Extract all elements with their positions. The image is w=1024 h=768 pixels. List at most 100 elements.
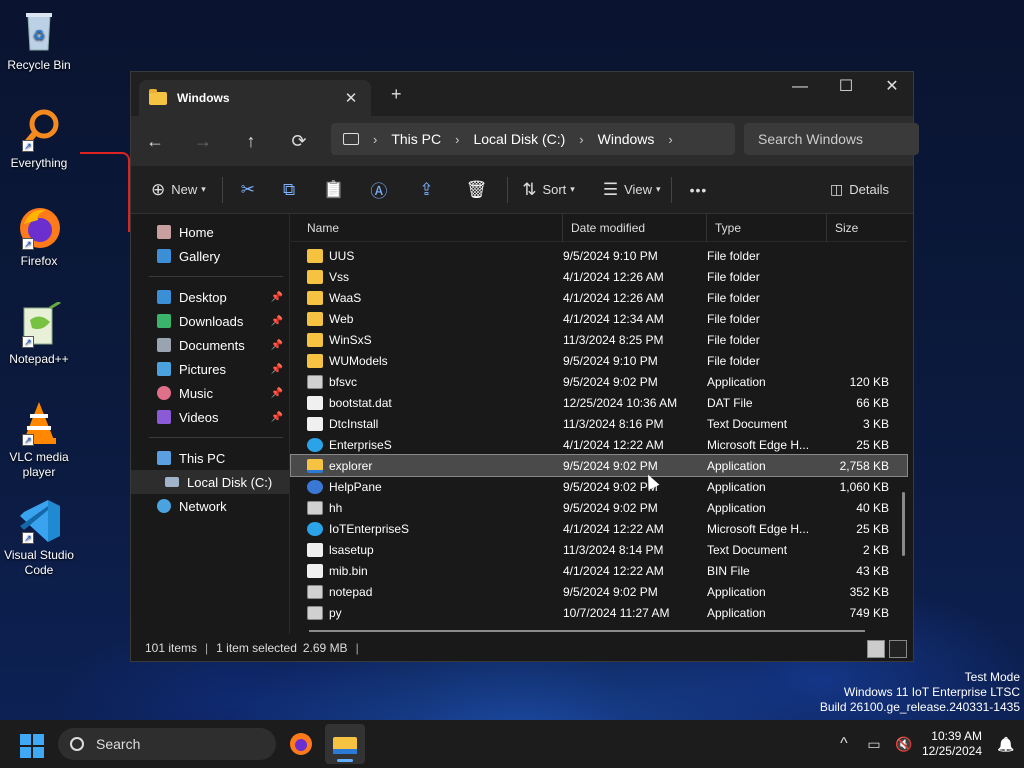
edge-file-icon bbox=[307, 437, 323, 452]
file-row[interactable]: bootstat.dat 12/25/2024 10:36 AM DAT File 6… bbox=[291, 392, 907, 413]
breadcrumb-local-disk[interactable]: Local Disk (C:) bbox=[473, 131, 565, 147]
file-row[interactable]: IoTEnterpriseS 4/1/2024 12:22 AM Microsoft… bbox=[291, 518, 907, 539]
pin-icon[interactable]: 📌 bbox=[271, 364, 283, 375]
pin-icon[interactable]: 📌 bbox=[271, 412, 283, 423]
desktop-icon-everything[interactable]: ↗ Everything bbox=[4, 106, 74, 171]
column-header-size[interactable]: Size bbox=[827, 214, 907, 242]
file-explorer-window[interactable]: Windows ✕ + — ☐ ✕ ← → ↑ ⟳ › This PC › Lo… bbox=[130, 71, 919, 662]
file-date-modified: 9/5/2024 9:02 PM bbox=[563, 479, 658, 494]
maximize-button[interactable]: ☐ bbox=[823, 72, 869, 104]
view-button[interactable]: ☰ View ▾ bbox=[603, 180, 661, 200]
column-header-type[interactable]: Type bbox=[707, 213, 827, 242]
file-row[interactable]: lsasetup 11/3/2024 8:14 PM Text Document 2 … bbox=[291, 539, 907, 560]
column-header-name[interactable]: Name bbox=[291, 213, 563, 242]
desktop-icon-label: VLC media player bbox=[9, 450, 69, 479]
sidebar-item-music[interactable]: Music 📌 bbox=[131, 381, 289, 405]
delete-button[interactable]: 🗑 bbox=[466, 180, 488, 200]
title-bar[interactable]: Windows ✕ + — ☐ ✕ bbox=[131, 72, 913, 116]
taskbar-firefox[interactable] bbox=[281, 724, 321, 764]
refresh-button[interactable]: ⟳ bbox=[275, 131, 323, 152]
file-row[interactable]: hh 9/5/2024 9:02 PM Application 40 KB bbox=[291, 497, 907, 518]
rename-button[interactable]: Ⓐ bbox=[370, 177, 387, 202]
address-bar[interactable]: › This PC › Local Disk (C:) › Windows › bbox=[331, 123, 735, 155]
minimize-button[interactable]: — bbox=[777, 72, 823, 104]
breadcrumb-this-pc[interactable]: This PC bbox=[391, 131, 441, 147]
copy-button[interactable]: ⧉ bbox=[283, 180, 295, 200]
file-row[interactable]: explorer 9/5/2024 9:02 PM Application 2,758… bbox=[290, 454, 908, 477]
file-row[interactable]: Vss 4/1/2024 12:26 AM File folder bbox=[291, 266, 907, 287]
file-row[interactable]: EnterpriseS 4/1/2024 12:22 AM Microsoft Ed… bbox=[291, 434, 907, 455]
file-name: WUModels bbox=[329, 353, 388, 368]
sidebar-item-home[interactable]: Home bbox=[131, 220, 289, 244]
command-bar: ⊕ New ▾ ✂ ⧉ 📋 Ⓐ ⇪ 🗑 ⇅ Sort ▾ ☰ View ▾ ••… bbox=[131, 166, 913, 214]
app-file-icon bbox=[307, 374, 323, 389]
sidebar-item-this-pc[interactable]: This PC bbox=[131, 446, 289, 470]
pin-icon[interactable]: 📌 bbox=[271, 340, 283, 351]
pin-icon[interactable]: 📌 bbox=[271, 316, 283, 327]
sidebar-item-gallery[interactable]: Gallery bbox=[131, 244, 289, 268]
file-row[interactable]: WinSxS 11/3/2024 8:25 PM File folder bbox=[291, 329, 907, 350]
file-row[interactable]: WaaS 4/1/2024 12:26 AM File folder bbox=[291, 287, 907, 308]
large-icons-view-button[interactable] bbox=[889, 640, 907, 658]
file-row[interactable]: notepad 9/5/2024 9:02 PM Application 352 KB bbox=[291, 581, 907, 602]
up-button[interactable]: ↑ bbox=[227, 131, 275, 152]
notification-bell-icon[interactable]: 🔔 bbox=[994, 736, 1018, 753]
sidebar-item-network[interactable]: Network bbox=[131, 494, 289, 518]
network-icon[interactable]: ▭ bbox=[862, 736, 886, 753]
new-button[interactable]: ⊕ New ▾ bbox=[151, 180, 206, 200]
tab-windows[interactable]: Windows ✕ bbox=[139, 80, 371, 116]
sidebar-item-videos[interactable]: Videos 📌 bbox=[131, 405, 289, 429]
details-button[interactable]: ◫ Details bbox=[830, 181, 889, 198]
show-hidden-icons-button[interactable]: ^ bbox=[832, 735, 856, 753]
desktop-icon-recycle-bin[interactable]: ♻ Recycle Bin bbox=[4, 8, 74, 73]
desktop-icon-vlc[interactable]: ↗ VLC media player bbox=[4, 400, 74, 480]
more-options-button[interactable]: ••• bbox=[690, 182, 708, 198]
forward-button[interactable]: → bbox=[179, 131, 227, 152]
desktop-icon-notepad-plus-plus[interactable]: ↗ Notepad++ bbox=[4, 300, 74, 367]
pin-icon[interactable]: 📌 bbox=[271, 388, 283, 399]
paste-button[interactable]: 📋 bbox=[323, 180, 344, 200]
file-row[interactable]: py 10/7/2024 11:27 AM Application 749 KB bbox=[291, 602, 907, 623]
file-row[interactable]: DtcInstall 11/3/2024 8:16 PM Text Document… bbox=[291, 413, 907, 434]
taskbar-file-explorer[interactable] bbox=[325, 724, 365, 764]
new-tab-button[interactable]: + bbox=[391, 84, 402, 105]
start-button[interactable] bbox=[20, 734, 44, 758]
breadcrumb-separator[interactable]: › bbox=[668, 132, 672, 147]
taskbar-search[interactable]: Search bbox=[58, 728, 276, 760]
breadcrumb-separator[interactable]: › bbox=[373, 132, 377, 147]
volume-muted-icon[interactable]: 🔇 bbox=[892, 736, 916, 753]
share-button[interactable]: ⇪ bbox=[419, 180, 433, 200]
sidebar-item-pictures[interactable]: Pictures 📌 bbox=[131, 357, 289, 381]
file-list[interactable]: Name Date modified Type Size UUS 9/5/2024… bbox=[290, 213, 908, 634]
file-row[interactable]: HelpPane 9/5/2024 9:02 PM Application 1,060… bbox=[291, 476, 907, 497]
tab-close-icon[interactable]: ✕ bbox=[341, 89, 361, 107]
sidebar-item-desktop[interactable]: Desktop 📌 bbox=[131, 285, 289, 309]
cut-button[interactable]: ✂ bbox=[241, 180, 255, 200]
clock[interactable]: 10:39 AM 12/25/2024 bbox=[922, 729, 982, 759]
music-icon bbox=[157, 386, 171, 400]
desktop-icon-firefox[interactable]: ↗ Firefox bbox=[4, 204, 74, 269]
file-row[interactable]: Web 4/1/2024 12:34 AM File folder bbox=[291, 308, 907, 329]
file-row[interactable]: WUModels 9/5/2024 9:10 PM File folder bbox=[291, 350, 907, 371]
file-row[interactable]: bfsvc 9/5/2024 9:02 PM Application 120 KB bbox=[291, 371, 907, 392]
breadcrumb-windows[interactable]: Windows bbox=[598, 131, 655, 147]
file-row[interactable]: UUS 9/5/2024 9:10 PM File folder bbox=[291, 245, 907, 266]
vertical-scrollbar[interactable] bbox=[902, 492, 905, 556]
file-name: notepad bbox=[329, 584, 373, 599]
pin-icon[interactable]: 📌 bbox=[271, 292, 283, 303]
breadcrumb-separator[interactable]: › bbox=[455, 132, 459, 147]
search-input[interactable]: Search Windows bbox=[744, 123, 919, 155]
breadcrumb-separator[interactable]: › bbox=[579, 132, 583, 147]
back-button[interactable]: ← bbox=[131, 131, 179, 152]
horizontal-scrollbar[interactable] bbox=[309, 630, 865, 632]
sort-button[interactable]: ⇅ Sort ▾ bbox=[522, 180, 575, 200]
close-button[interactable]: ✕ bbox=[869, 72, 915, 104]
sidebar-item-local-disk[interactable]: Local Disk (C:) bbox=[131, 470, 289, 494]
sidebar-item-documents[interactable]: Documents 📌 bbox=[131, 333, 289, 357]
svg-text:♻: ♻ bbox=[33, 27, 46, 43]
sidebar-item-downloads[interactable]: Downloads 📌 bbox=[131, 309, 289, 333]
details-view-button[interactable] bbox=[867, 640, 885, 658]
file-row[interactable]: mib.bin 4/1/2024 12:22 AM BIN File 43 KB bbox=[291, 560, 907, 581]
column-header-date-modified[interactable]: Date modified bbox=[563, 213, 707, 242]
desktop-icon-vscode[interactable]: ↗ Visual Studio Code bbox=[4, 498, 74, 578]
